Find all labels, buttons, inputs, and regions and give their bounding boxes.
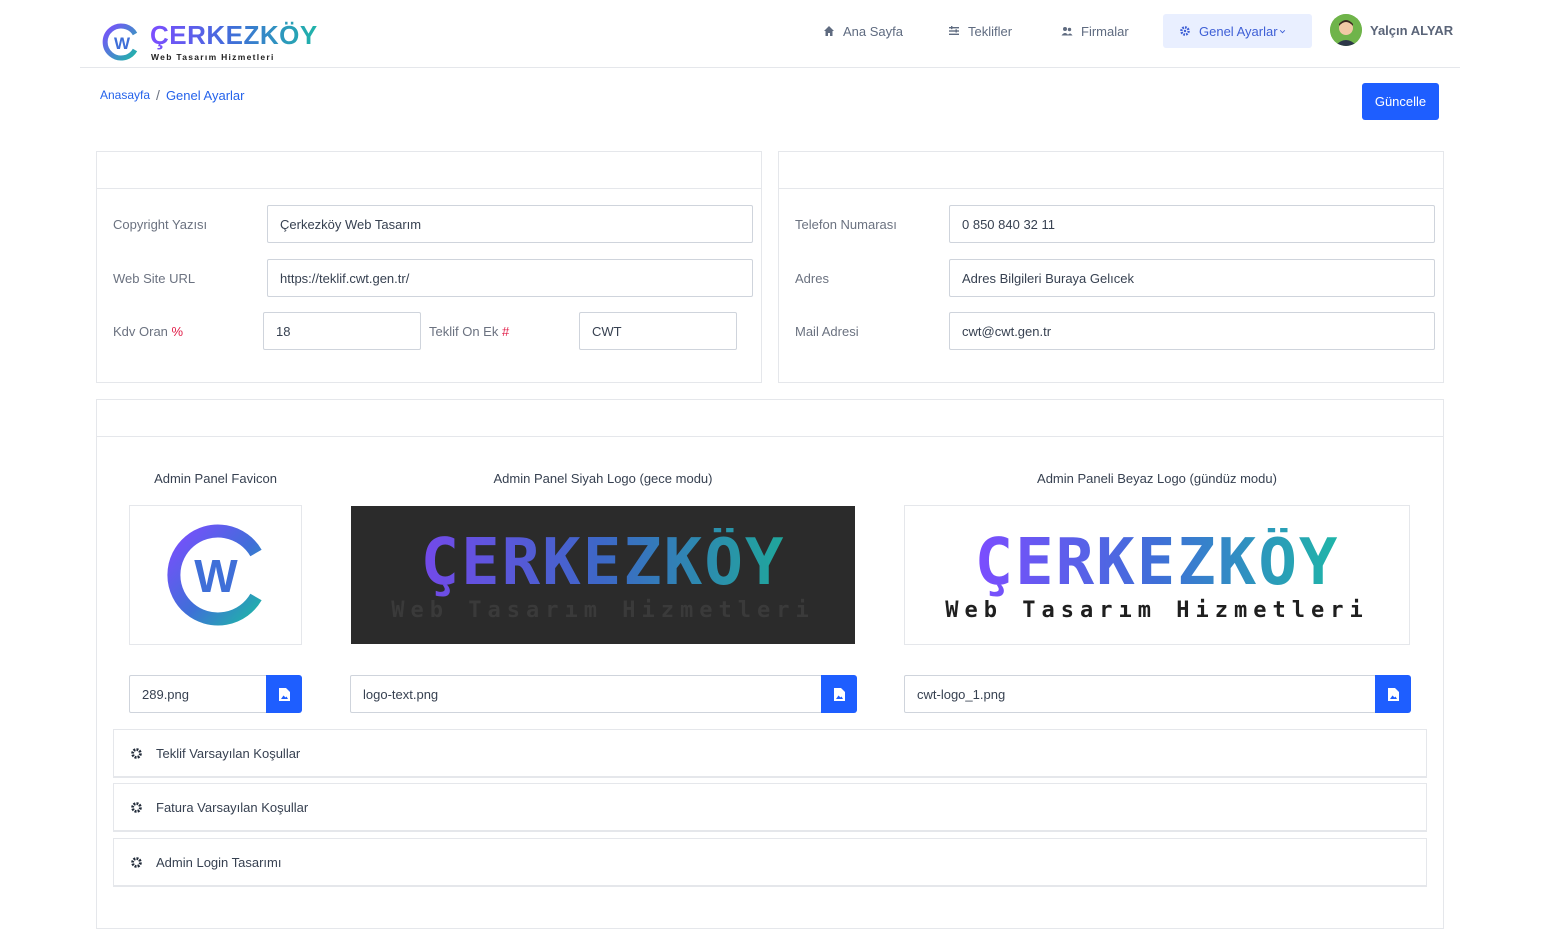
favicon-preview: W [129, 505, 302, 645]
prefix-label: Teklif On Ek # [429, 324, 510, 339]
gear-icon [131, 856, 142, 868]
website-url-label: Web Site URL [113, 271, 196, 286]
light-logo-preview: ÇERKEZKÖY Web Tasarım Hizmetleri [904, 505, 1410, 645]
kdv-label: Kdv Oran % [113, 324, 184, 339]
light-logo-subtitle: Web Tasarım Hizmetleri [945, 597, 1369, 623]
breadcrumb: Anasayfa / Genel Ayarlar [100, 87, 244, 103]
nav-item-firmalar[interactable]: Firmalar [1061, 14, 1129, 48]
list-icon [949, 26, 959, 35]
nav-item-ana-sayfa[interactable]: Ana Sayfa [823, 14, 903, 48]
nav-label: Firmalar [1081, 23, 1129, 39]
phone-label: Telefon Numarası [795, 217, 897, 232]
light-logo-text: ÇERKEZKÖY [974, 525, 1340, 600]
favicon-title: Admin Panel Favicon [154, 471, 277, 486]
nav-item-teklifler[interactable]: Teklifler [948, 14, 1012, 48]
general-settings-card: Copyright Yazısı Çerkezköy Web Tasarım W… [96, 151, 762, 383]
accordion-teklif-kosullar[interactable]: Teklif Varsayılan Koşullar [113, 729, 1427, 778]
favicon-upload-button[interactable] [266, 675, 302, 713]
website-url-input[interactable]: https://teklif.cwt.gen.tr/ [267, 259, 753, 297]
address-input[interactable]: Adres Bilgileri Buraya Gelıcek [949, 259, 1435, 297]
user-menu[interactable]: Yalçın ALYAR [1330, 14, 1453, 46]
light-logo-file-input[interactable]: cwt-logo_1.png [904, 675, 1376, 713]
brand-mark-icon: W [102, 23, 138, 61]
home-icon [824, 26, 834, 36]
breadcrumb-current: Genel Ayarlar [165, 87, 245, 103]
favicon-file-input[interactable]: 289.png [129, 675, 269, 713]
update-button[interactable]: Güncelle [1362, 83, 1439, 120]
kdv-input[interactable]: 18 [263, 312, 421, 350]
breadcrumb-separator: / [156, 87, 160, 103]
chevron-down-icon [1279, 29, 1285, 33]
contact-settings-card: Telefon Numarası 0 850 840 32 11 Adres A… [778, 151, 1444, 383]
accordion-fatura-kosullar[interactable]: Fatura Varsayılan Koşullar [113, 783, 1427, 832]
dark-logo-title: Admin Panel Siyah Logo (gece modu) [493, 471, 713, 486]
gear-icon [131, 747, 142, 759]
file-image-icon [278, 687, 290, 701]
brand-subtitle: Web Tasarım Hizmetleri [151, 52, 275, 62]
dark-logo-text: ÇERKEZKÖY [420, 525, 786, 600]
avatar [1330, 14, 1362, 46]
dark-logo-upload-button[interactable] [821, 675, 857, 713]
accordion-label: Teklif Varsayılan Koşullar [156, 745, 301, 761]
nav-item-genel-ayarlar[interactable]: Genel Ayarlar [1163, 14, 1312, 48]
users-icon [1061, 27, 1073, 36]
favicon-logo-icon: W [166, 524, 262, 626]
nav-label: Genel Ayarlar [1199, 23, 1278, 39]
copyright-input[interactable]: Çerkezköy Web Tasarım [267, 205, 753, 243]
percent-icon: % [171, 324, 184, 339]
mail-label: Mail Adresi [795, 324, 859, 339]
phone-input[interactable]: 0 850 840 32 11 [949, 205, 1435, 243]
card-header [97, 400, 1443, 437]
breadcrumb-home-link[interactable]: Anasayfa [100, 88, 150, 102]
dark-logo-file-input[interactable]: logo-text.png [350, 675, 822, 713]
address-label: Adres [795, 271, 829, 286]
dark-logo-subtitle: Web Tasarım Hizmetleri [391, 597, 815, 623]
user-name: Yalçın ALYAR [1370, 22, 1454, 38]
accordion-label: Fatura Varsayılan Koşullar [156, 799, 309, 815]
svg-text:W: W [114, 34, 131, 53]
light-logo-upload-button[interactable] [1375, 675, 1411, 713]
svg-text:W: W [194, 550, 238, 602]
hash-icon: # [501, 324, 510, 339]
file-image-icon [1387, 687, 1399, 701]
accordion-admin-login[interactable]: Admin Login Tasarımı [113, 838, 1427, 887]
card-header [779, 152, 1443, 189]
mail-input[interactable]: cwt@cwt.gen.tr [949, 312, 1435, 350]
nav-label: Teklifler [968, 23, 1013, 39]
gear-icon [1180, 26, 1190, 36]
file-image-icon [833, 687, 845, 701]
gear-icon [131, 801, 142, 813]
prefix-input[interactable]: CWT [579, 312, 737, 350]
nav-label: Ana Sayfa [843, 23, 903, 39]
accordion-label: Admin Login Tasarımı [156, 854, 282, 870]
card-header [97, 152, 761, 189]
light-logo-title: Admin Paneli Beyaz Logo (gündüz modu) [1037, 471, 1277, 486]
brand-name: ÇERKEZKÖY [150, 20, 318, 50]
dark-logo-preview: ÇERKEZKÖY Web Tasarım Hizmetleri [351, 506, 855, 644]
copyright-label: Copyright Yazısı [113, 217, 208, 232]
top-navbar: W ÇERKEZKÖY Web Tasarım Hizmetleri Ana S… [80, 0, 1460, 68]
